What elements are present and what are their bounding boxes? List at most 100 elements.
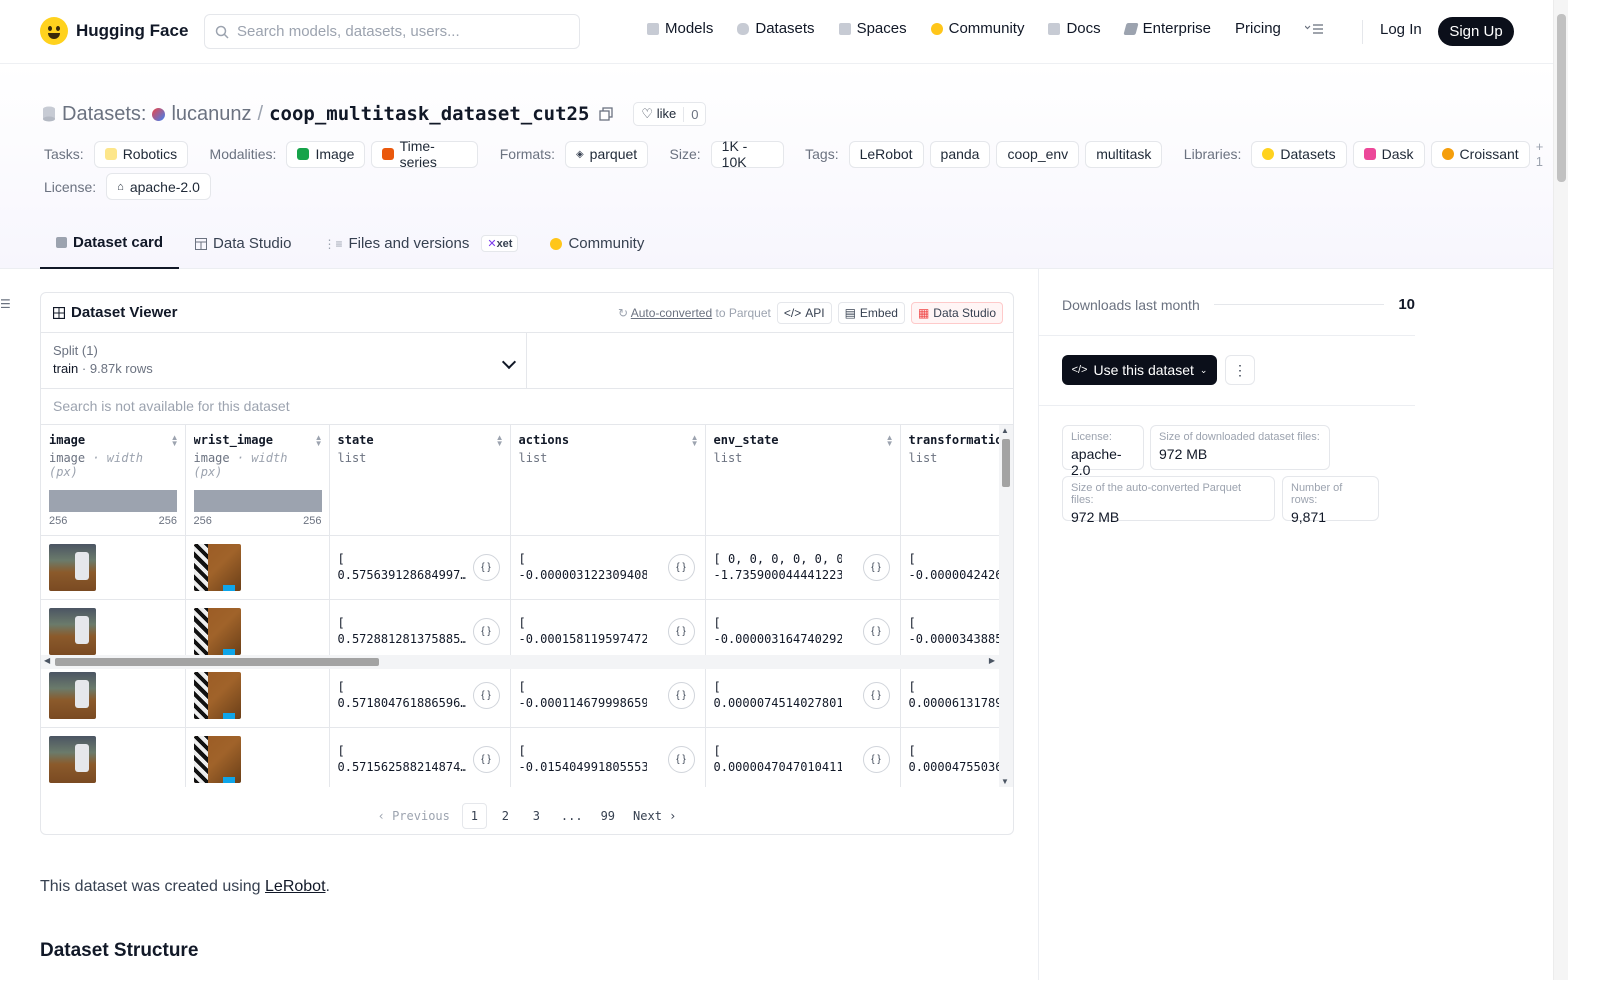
actions-cell[interactable]: [ -0.0000031223094083…{ } xyxy=(510,535,706,600)
tag-croissant[interactable]: Croissant xyxy=(1430,140,1530,168)
tag-parquet[interactable]: ◈ parquet xyxy=(564,140,649,168)
search-box[interactable] xyxy=(204,14,580,49)
wrist-image-thumbnail[interactable] xyxy=(193,608,241,655)
column-header-image[interactable]: image image · width (px) ▲ ▼ 256 256 xyxy=(41,425,186,536)
state-cell[interactable]: [ 0.572881281375885…{ } xyxy=(329,599,511,664)
nav-datasets[interactable]: Datasets xyxy=(737,20,815,37)
nav-docs[interactable]: Docs xyxy=(1048,20,1101,37)
column-header-wrist-image[interactable]: wrist_image image · width (px) ▲ ▼ 256 256 xyxy=(185,425,330,536)
transformation-cell[interactable]: [ -0.0000042426 xyxy=(900,535,1013,600)
page-1-button[interactable]: 1 xyxy=(461,803,487,829)
next-page-button[interactable]: Next › xyxy=(627,803,682,829)
more-libraries[interactable]: + 1 xyxy=(1536,139,1553,169)
transformation-cell[interactable]: [ -0.0000343885 xyxy=(900,599,1013,664)
tag-coop-env[interactable]: coop_env xyxy=(996,140,1080,168)
image-thumbnail[interactable] xyxy=(49,544,96,591)
sort-icon[interactable]: ▲ ▼ xyxy=(886,434,894,448)
like-button[interactable]: ♡ like 0 xyxy=(633,102,707,126)
tag-lerobot[interactable]: LeRobot xyxy=(848,140,924,168)
sort-icon[interactable]: ▲ ▼ xyxy=(691,434,699,448)
image-cell[interactable] xyxy=(41,663,186,728)
wrist-image-cell[interactable] xyxy=(185,663,330,728)
actions-cell[interactable]: [ -0.0001146799986599…{ } xyxy=(510,663,706,728)
page-99-button[interactable]: 99 xyxy=(595,803,621,829)
more-options-button[interactable]: ⋮ xyxy=(1225,355,1255,385)
nav-enterprise[interactable]: Enterprise xyxy=(1123,20,1211,37)
table-vertical-scrollbar[interactable]: ▲ ▼ xyxy=(999,425,1013,787)
nav-models[interactable]: Models xyxy=(647,20,713,37)
actions-cell[interactable]: [ -0.0001581195974722…{ } xyxy=(510,599,706,664)
state-cell[interactable]: [ 0.571562588214874…{ } xyxy=(329,727,511,787)
brand-logo[interactable]: Hugging Face xyxy=(40,17,188,45)
expand-json-icon[interactable]: { } xyxy=(862,554,890,581)
sort-icon[interactable]: ▲ ▼ xyxy=(315,434,323,448)
expand-json-icon[interactable]: { } xyxy=(667,554,695,581)
env-state-cell[interactable]: [ 0, 0, 0, 0, 0, 0, -1.7359000444412231…… xyxy=(705,535,901,600)
nav-spaces[interactable]: Spaces xyxy=(838,20,907,37)
tag-multitask[interactable]: multitask xyxy=(1085,140,1163,168)
nav-pricing[interactable]: Pricing xyxy=(1235,20,1281,37)
expand-json-icon[interactable]: { } xyxy=(667,618,695,645)
sort-icon[interactable]: ▲ ▼ xyxy=(171,434,179,448)
table-horizontal-scrollbar[interactable]: ◀ ▶ xyxy=(41,655,1013,669)
wrist-image-cell[interactable] xyxy=(185,535,330,600)
env-state-cell[interactable]: [ 0.00000470470104119…{ } xyxy=(705,727,901,787)
expand-json-icon[interactable]: { } xyxy=(667,746,695,773)
image-cell[interactable] xyxy=(41,535,186,600)
image-cell[interactable] xyxy=(41,727,186,787)
repo-name[interactable]: coop_multitask_dataset_cut25 xyxy=(269,103,589,125)
expand-json-icon[interactable]: { } xyxy=(862,618,890,645)
search-input[interactable] xyxy=(237,23,557,40)
tag-robotics[interactable]: Robotics xyxy=(93,140,189,168)
previous-page-button[interactable]: ‹ Previous xyxy=(372,803,456,829)
column-header-actions[interactable]: actions list ▲ ▼ xyxy=(510,425,706,536)
column-header-transformation[interactable]: transformatio list xyxy=(900,425,1013,536)
expand-json-icon[interactable]: { } xyxy=(472,554,500,581)
wrist-image-thumbnail[interactable] xyxy=(193,672,241,719)
tab-data-studio[interactable]: Data Studio xyxy=(179,218,307,269)
actions-cell[interactable]: [ -0.0154049918055534…{ } xyxy=(510,727,706,787)
tab-dataset-card[interactable]: Dataset card xyxy=(40,218,180,269)
toc-toggle-icon[interactable]: ☰ xyxy=(0,297,11,311)
tag-size[interactable]: 1K - 10K xyxy=(710,138,784,170)
env-state-cell[interactable]: [ 0.00000745140278013…{ } xyxy=(705,663,901,728)
env-state-cell[interactable]: [ -0.0000031647402920…{ } xyxy=(705,599,901,664)
wrist-image-thumbnail[interactable] xyxy=(193,736,241,783)
expand-json-icon[interactable]: { } xyxy=(472,618,500,645)
tag-time-series[interactable]: Time-series xyxy=(371,138,479,170)
tag-license[interactable]: ⌂ apache-2.0 xyxy=(106,173,211,200)
image-thumbnail[interactable] xyxy=(49,736,96,783)
image-thumbnail[interactable] xyxy=(49,608,96,655)
column-header-env-state[interactable]: env_state list ▲ ▼ xyxy=(705,425,901,536)
login-link[interactable]: Log In xyxy=(1380,21,1422,38)
owner-link[interactable]: lucanunz xyxy=(171,103,251,126)
page-3-button[interactable]: 3 xyxy=(524,803,549,829)
data-studio-button[interactable]: ▦ Data Studio xyxy=(910,302,1003,324)
sort-icon[interactable]: ▲ ▼ xyxy=(496,434,504,448)
expand-json-icon[interactable]: { } xyxy=(472,746,500,773)
image-cell[interactable] xyxy=(41,599,186,664)
api-button[interactable]: </> API xyxy=(776,302,832,324)
tag-panda[interactable]: panda xyxy=(929,140,991,168)
scroll-up-icon[interactable]: ▲ xyxy=(1001,426,1009,435)
image-thumbnail[interactable] xyxy=(49,672,96,719)
expand-json-icon[interactable]: { } xyxy=(667,682,695,709)
tab-community[interactable]: Community xyxy=(534,218,660,269)
auto-converted-link[interactable]: Auto-converted xyxy=(631,306,712,320)
lerobot-link[interactable]: LeRobot xyxy=(265,878,326,895)
expand-json-icon[interactable]: { } xyxy=(862,746,890,773)
expand-json-icon[interactable]: { } xyxy=(472,682,500,709)
expand-json-icon[interactable]: { } xyxy=(862,682,890,709)
tag-image[interactable]: Image xyxy=(286,140,366,168)
wrist-image-thumbnail[interactable] xyxy=(193,544,241,591)
column-header-state[interactable]: state list ▲ ▼ xyxy=(329,425,511,536)
tag-datasets-lib[interactable]: Datasets xyxy=(1251,140,1347,168)
scroll-right-icon[interactable]: ▶ xyxy=(989,656,995,665)
state-cell[interactable]: [ 0.575639128684997…{ } xyxy=(329,535,511,600)
scroll-down-icon[interactable]: ▼ xyxy=(1001,777,1009,786)
use-this-dataset-button[interactable]: </> Use this dataset ⌄ xyxy=(1062,355,1217,385)
wrist-image-cell[interactable] xyxy=(185,727,330,787)
wrist-image-cell[interactable] xyxy=(185,599,330,664)
scroll-left-icon[interactable]: ◀ xyxy=(44,656,50,665)
split-dropdown[interactable]: Split (1) train · 9.87k rows xyxy=(41,333,527,389)
